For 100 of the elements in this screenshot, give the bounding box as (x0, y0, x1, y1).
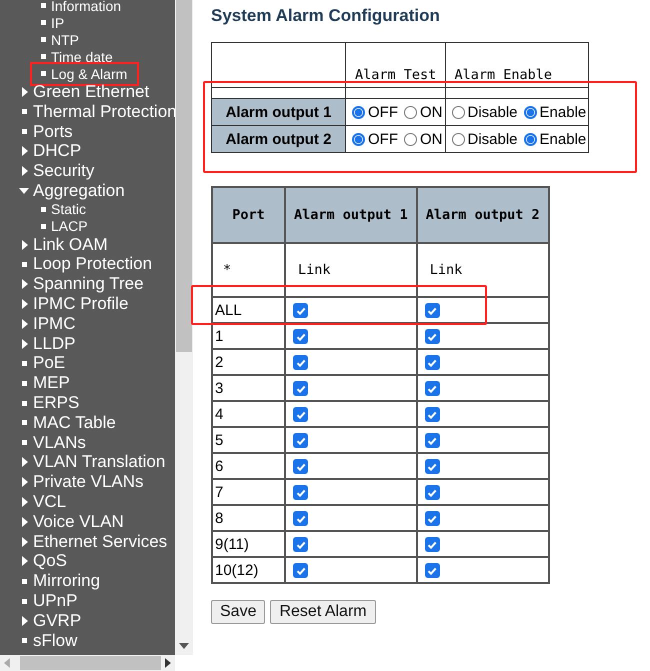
bullet-icon (22, 400, 27, 406)
menu-item[interactable]: IP (51, 14, 64, 30)
scroll-down-arrow-icon[interactable] (179, 643, 189, 649)
radio-option[interactable]: Disable (452, 130, 518, 148)
menu-item[interactable]: VLANs (33, 432, 86, 453)
expand-arrow-icon[interactable] (22, 516, 28, 527)
menu-item[interactable]: Green Ethernet (33, 82, 150, 102)
expand-arrow-icon[interactable] (22, 240, 28, 250)
checkbox[interactable] (424, 563, 440, 578)
expand-arrow-icon[interactable] (22, 556, 28, 566)
menu-item[interactable]: Loop Protection (33, 254, 152, 274)
bullet-icon (41, 3, 46, 8)
menu-item[interactable]: LLDP (33, 334, 76, 354)
table-cell: 4 (212, 401, 285, 427)
menu-item[interactable]: Static (51, 201, 86, 218)
checkbox[interactable] (293, 511, 308, 526)
expand-arrow-icon[interactable] (22, 616, 28, 626)
table-cell: 2 (212, 349, 285, 375)
menu-item[interactable]: VLAN Translation (33, 452, 166, 472)
menu-item[interactable]: Aggregation (33, 180, 125, 201)
expand-arrow-icon[interactable] (22, 166, 28, 176)
expand-arrow-icon[interactable] (22, 318, 28, 329)
checkbox[interactable] (424, 485, 440, 500)
checkbox[interactable] (293, 459, 308, 474)
menu-item[interactable]: MEP (33, 373, 70, 394)
checkbox[interactable] (293, 381, 308, 396)
menu-item[interactable]: IPMC (33, 314, 76, 334)
bullet-icon (41, 71, 46, 76)
bullet-icon (22, 440, 27, 446)
menu-item[interactable]: Ports (33, 122, 73, 142)
menu-item[interactable]: IPMC Profile (33, 294, 128, 314)
menu-item[interactable]: Information (51, 0, 122, 14)
menu-item[interactable]: NTP (51, 32, 79, 48)
checkbox[interactable] (424, 407, 440, 422)
checkbox[interactable] (424, 355, 440, 370)
menu-item[interactable]: Log & Alarm (32, 64, 138, 84)
expand-arrow-icon[interactable] (22, 279, 28, 290)
scrollbar[interactable] (0, 655, 175, 671)
scrollbar[interactable] (175, 0, 193, 655)
menu-item[interactable]: Voice VLAN (33, 512, 124, 532)
action-button[interactable]: Save (211, 600, 266, 624)
checkbox[interactable] (293, 355, 308, 370)
menu-item[interactable]: GVRP (33, 610, 82, 631)
menu-item[interactable]: sFlow (33, 630, 78, 651)
checkbox[interactable] (424, 511, 440, 526)
radio-option[interactable]: ON (404, 104, 442, 120)
bullet-icon (41, 20, 46, 25)
checkbox[interactable] (293, 407, 308, 422)
menu-item[interactable]: VCL (33, 492, 66, 512)
bullet-icon (41, 54, 46, 59)
scroll-right-arrow-icon[interactable] (165, 658, 172, 668)
menu-item[interactable]: Spanning Tree (33, 274, 144, 294)
checkbox[interactable] (293, 563, 308, 578)
expand-arrow-icon[interactable] (22, 299, 28, 310)
radio-option[interactable]: OFF (352, 130, 398, 148)
checkbox[interactable] (424, 537, 440, 552)
expand-arrow-icon[interactable] (22, 536, 28, 547)
menu-item[interactable]: QoS (33, 551, 68, 572)
column-header: Alarm output 1 (285, 187, 417, 243)
expand-arrow-icon[interactable] (22, 477, 28, 488)
checkbox[interactable] (424, 459, 440, 474)
collapse-arrow-icon[interactable] (19, 188, 29, 194)
radio-option[interactable]: Enable (524, 130, 586, 148)
expand-arrow-icon[interactable] (22, 497, 28, 508)
radio-option[interactable]: Disable (452, 104, 518, 120)
checkbox[interactable] (293, 303, 308, 318)
checkbox[interactable] (293, 485, 308, 500)
expand-arrow-icon[interactable] (22, 146, 28, 156)
menu-item[interactable]: Security (33, 161, 94, 182)
menu-item[interactable]: MAC Table (33, 412, 116, 433)
checkbox[interactable] (424, 329, 440, 344)
bullet-icon (22, 128, 27, 134)
table-cell: Link (416, 243, 549, 297)
checkbox[interactable] (424, 433, 440, 448)
menu-item[interactable]: Ethernet Services (33, 532, 168, 552)
menu-item[interactable]: ERPS (33, 393, 80, 414)
menu-item[interactable]: DHCP (33, 141, 82, 162)
menu-item[interactable]: Private VLANs (33, 472, 144, 492)
checkbox[interactable] (293, 329, 308, 344)
menu-item[interactable]: Mirroring (33, 571, 100, 592)
checkbox[interactable] (424, 303, 440, 318)
radio-option[interactable]: OFF (352, 104, 398, 120)
radio-option[interactable]: Enable (524, 104, 586, 120)
table-cell: 8 (212, 505, 285, 531)
menu-item[interactable]: UPnP (33, 591, 78, 612)
action-button[interactable]: Reset Alarm (270, 600, 376, 624)
radio-option[interactable]: ON (404, 130, 442, 148)
menu-item[interactable]: PoE (33, 353, 66, 374)
checkbox[interactable] (424, 381, 440, 396)
menu-item[interactable]: Link OAM (33, 234, 108, 255)
menu-item[interactable]: LACP (51, 218, 88, 234)
expand-arrow-icon[interactable] (22, 86, 28, 97)
checkbox[interactable] (293, 537, 308, 552)
menu-item[interactable]: Time date (51, 48, 113, 64)
checkbox[interactable] (293, 433, 308, 448)
bullet-icon (22, 360, 27, 366)
bullet-icon (41, 206, 46, 212)
expand-arrow-icon[interactable] (22, 338, 28, 349)
expand-arrow-icon[interactable] (22, 457, 28, 468)
bullet-icon (22, 420, 27, 426)
